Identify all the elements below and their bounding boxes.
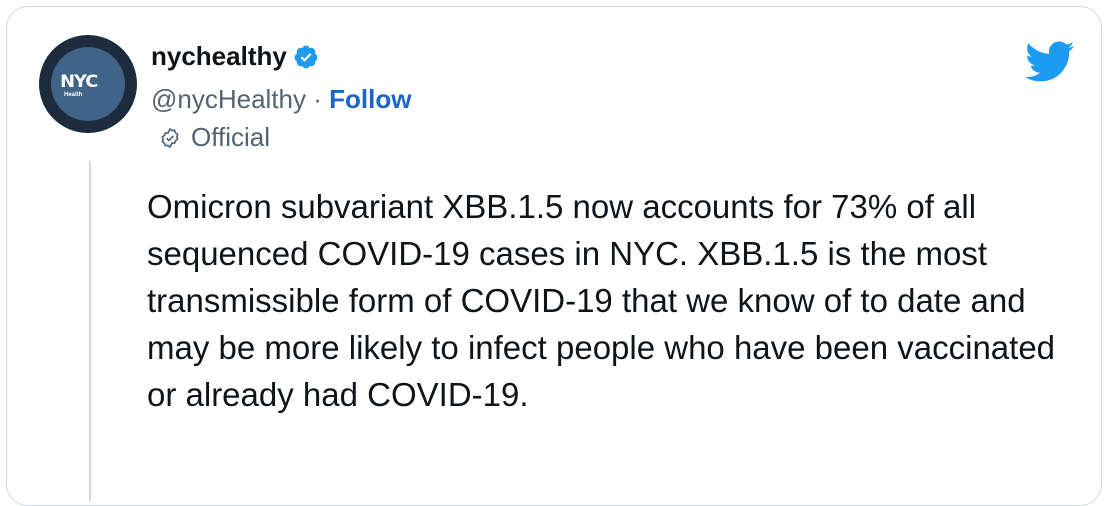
handle-line: @nycHealthy · Follow (151, 84, 411, 115)
avatar-inner: NYC Health (51, 47, 125, 121)
verified-badge-icon (294, 45, 318, 68)
follow-link[interactable]: Follow (329, 84, 411, 114)
display-name[interactable]: nychealthy (151, 41, 287, 72)
official-label: Official (191, 122, 270, 152)
twitter-bird-icon[interactable] (1025, 41, 1075, 83)
thread-line (89, 161, 91, 501)
avatar-logo-text: NYC (60, 72, 98, 92)
separator-dot: · (306, 84, 330, 114)
tweet-text: Omicron subvariant XBB.1.5 now accounts … (147, 188, 1056, 413)
official-badge-icon (161, 127, 179, 148)
author-name-row[interactable]: nychealthy (151, 41, 319, 72)
handle[interactable]: @nycHealthy (151, 84, 306, 114)
tweet-card: NYC Health nychealthy @nycHealthy · Foll… (6, 6, 1102, 506)
avatar[interactable]: NYC Health (39, 35, 137, 133)
official-label-row: Official (159, 122, 270, 153)
avatar-sub-text: Health (64, 92, 83, 98)
